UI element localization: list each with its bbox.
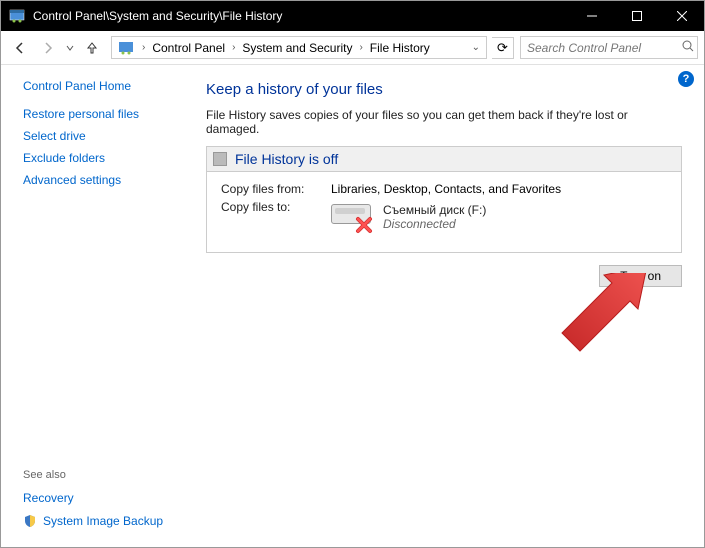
navbar: › Control Panel › System and Security › … xyxy=(1,31,704,65)
breadcrumb-item[interactable]: File History xyxy=(367,41,433,55)
system-image-backup-link[interactable]: System Image Backup xyxy=(23,514,186,528)
copy-from-value: Libraries, Desktop, Contacts, and Favori… xyxy=(331,182,561,196)
status-header: File History is off xyxy=(207,147,681,172)
breadcrumb-sep[interactable]: › xyxy=(138,42,149,53)
help-icon[interactable]: ? xyxy=(678,71,694,87)
search-icon[interactable] xyxy=(679,39,697,57)
status-title: File History is off xyxy=(235,151,338,167)
sidebar-link-select-drive[interactable]: Select drive xyxy=(23,129,186,143)
search-box[interactable] xyxy=(520,36,698,59)
sidebar-link-restore[interactable]: Restore personal files xyxy=(23,107,186,121)
sidebar-link-advanced[interactable]: Advanced settings xyxy=(23,173,186,187)
copy-from-label: Copy files from: xyxy=(221,182,331,196)
control-panel-icon xyxy=(9,8,25,24)
recovery-link[interactable]: Recovery xyxy=(23,491,186,505)
sidebar-link-exclude[interactable]: Exclude folders xyxy=(23,151,186,165)
error-x-icon xyxy=(355,216,373,234)
titlebar: Control Panel\System and Security\File H… xyxy=(1,1,704,31)
breadcrumb-item[interactable]: Control Panel xyxy=(149,41,228,55)
breadcrumb[interactable]: › Control Panel › System and Security › … xyxy=(111,36,487,59)
up-button[interactable] xyxy=(79,35,105,61)
close-button[interactable] xyxy=(659,1,704,31)
breadcrumb-sep[interactable]: › xyxy=(228,42,239,53)
sidebar: Control Panel Home Restore personal file… xyxy=(1,65,196,547)
page-description: File History saves copies of your files … xyxy=(206,108,682,136)
control-panel-home-link[interactable]: Control Panel Home xyxy=(23,79,186,93)
recent-dropdown[interactable] xyxy=(63,35,77,61)
drive-icon xyxy=(331,200,375,234)
forward-button[interactable] xyxy=(35,35,61,61)
status-body: Copy files from: Libraries, Desktop, Con… xyxy=(207,172,681,252)
maximize-button[interactable] xyxy=(614,1,659,31)
breadcrumb-item[interactable]: System and Security xyxy=(239,41,355,55)
status-indicator-icon xyxy=(213,152,227,166)
breadcrumb-sep[interactable]: › xyxy=(355,42,366,53)
content: Control Panel Home Restore personal file… xyxy=(1,65,704,547)
main-panel: ? Keep a history of your files File Hist… xyxy=(196,65,704,547)
see-also-label: See also xyxy=(23,469,186,481)
drive-name: Съемный диск (F:) xyxy=(383,203,486,217)
window-controls xyxy=(569,1,704,31)
control-panel-icon xyxy=(118,40,134,56)
turn-on-button[interactable]: Turn on xyxy=(599,265,682,287)
window-title: Control Panel\System and Security\File H… xyxy=(33,9,569,23)
search-input[interactable] xyxy=(521,41,679,55)
back-button[interactable] xyxy=(7,35,33,61)
status-box: File History is off Copy files from: Lib… xyxy=(206,146,682,253)
breadcrumb-dropdown[interactable]: ⌄ xyxy=(468,42,484,53)
minimize-button[interactable] xyxy=(569,1,614,31)
drive-status: Disconnected xyxy=(383,217,486,231)
shield-icon xyxy=(23,514,37,528)
copy-to-label: Copy files to: xyxy=(221,200,331,234)
page-heading: Keep a history of your files xyxy=(206,81,682,98)
refresh-button[interactable]: ⟳ xyxy=(492,37,514,59)
